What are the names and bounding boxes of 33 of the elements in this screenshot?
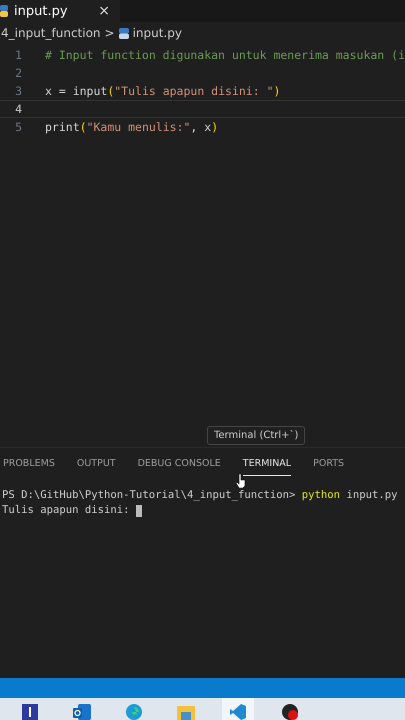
tooltip: Terminal (Ctrl+`) [207,426,306,445]
line-number: 3 [14,84,22,98]
breadcrumb-file[interactable]: input.py [132,26,182,40]
panel-tab[interactable]: TERMINAL [242,450,292,476]
panel-tab[interactable]: PORTS [313,450,344,476]
terminal-prompt: PS D:\GitHub\Python-Tutorial\4_input_function> [2,488,296,503]
line-number: 1 [14,48,22,62]
browser-icon [126,704,142,720]
code-editor-icon [230,704,246,720]
folder-icon [177,704,195,720]
app-icon [22,704,38,720]
line-number: 5 [14,120,22,134]
editor-tab[interactable]: input.py × [0,0,120,22]
code-line: print("Kamu menulis:", x) [45,120,218,134]
breadcrumb-folder[interactable]: 4_input_function [1,26,101,40]
panel-tab[interactable]: PROBLEMS [3,450,55,476]
panel-tab[interactable]: DEBUG CONSOLE [138,450,221,476]
ball-icon [282,704,298,720]
breadcrumb-separator: > [104,26,115,40]
line-number: 2 [14,66,22,80]
terminal-cursor [136,504,142,516]
terminal-command: python [302,488,340,503]
hand-pointer-icon [236,474,246,488]
terminal-args: input.py [346,488,398,503]
code-line: # Input function digunakan untuk menerima masukan (i [44,48,405,62]
close-icon[interactable]: × [98,3,110,19]
terminal-output: Tulis apapun disini: [2,503,130,518]
panel-tab[interactable]: OUTPUT [76,450,116,476]
code-line: x = input("Tulis apapun disini: ") [45,84,280,98]
mail-app-icon [73,704,91,720]
python-file-icon [0,5,8,17]
python-file-icon [118,28,129,38]
line-number: 4 [14,102,22,116]
